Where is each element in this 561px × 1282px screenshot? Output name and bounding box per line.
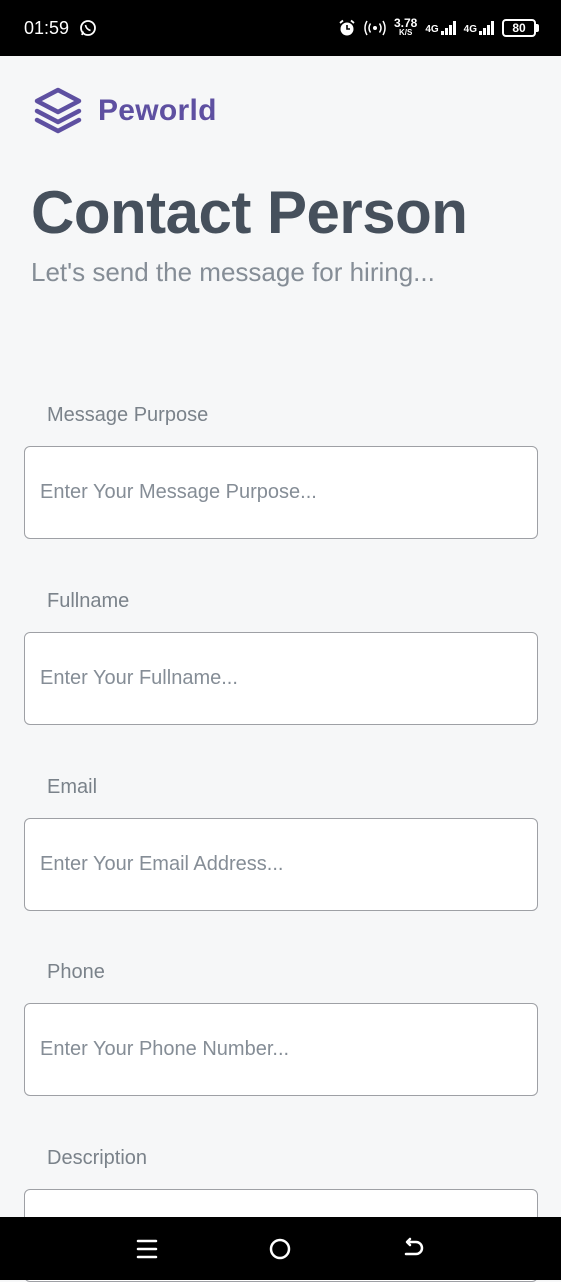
message-purpose-input[interactable] bbox=[24, 446, 538, 539]
recent-apps-button[interactable] bbox=[127, 1229, 167, 1269]
layers-logo-icon bbox=[34, 87, 82, 134]
status-right: 3.78 K/S 4G 4G 80 bbox=[338, 16, 539, 38]
fullname-input[interactable] bbox=[24, 632, 538, 725]
alarm-icon bbox=[339, 19, 355, 36]
back-icon bbox=[404, 1237, 424, 1255]
message-purpose-label: Message Purpose bbox=[47, 404, 209, 426]
signal-2: 4G bbox=[464, 21, 494, 35]
signal-bars-icon bbox=[479, 21, 494, 35]
whatsapp-icon bbox=[80, 20, 96, 36]
menu-icon bbox=[136, 1239, 158, 1258]
system-nav-bar bbox=[0, 1217, 561, 1280]
home-icon bbox=[270, 1238, 291, 1259]
status-left: 01:59 bbox=[24, 18, 97, 39]
signal-bars-icon bbox=[440, 21, 456, 35]
status-bar: 01:59 3.78 K/S 4G 4G 80 bbox=[0, 0, 561, 56]
phone-label: Phone bbox=[47, 961, 105, 983]
description-label: Description bbox=[47, 1147, 148, 1169]
clock: 01:59 bbox=[24, 17, 70, 38]
page-subtitle: Let's send the message for hiring... bbox=[31, 257, 435, 287]
email-label: Email bbox=[47, 776, 98, 798]
phone-input[interactable] bbox=[24, 1003, 538, 1096]
battery-icon: 80 bbox=[502, 19, 539, 37]
page-title: Contact Person bbox=[31, 179, 468, 246]
home-button[interactable] bbox=[260, 1229, 300, 1269]
signal-1: 4G bbox=[425, 21, 456, 35]
brand-logo: Peworld bbox=[32, 86, 217, 136]
fullname-label: Fullname bbox=[47, 590, 130, 612]
back-button[interactable] bbox=[394, 1229, 434, 1269]
brand-name: Peworld bbox=[98, 94, 217, 127]
network-speed: 3.78 K/S bbox=[393, 16, 418, 37]
email-input[interactable] bbox=[24, 818, 538, 911]
hotspot-icon bbox=[364, 20, 386, 36]
